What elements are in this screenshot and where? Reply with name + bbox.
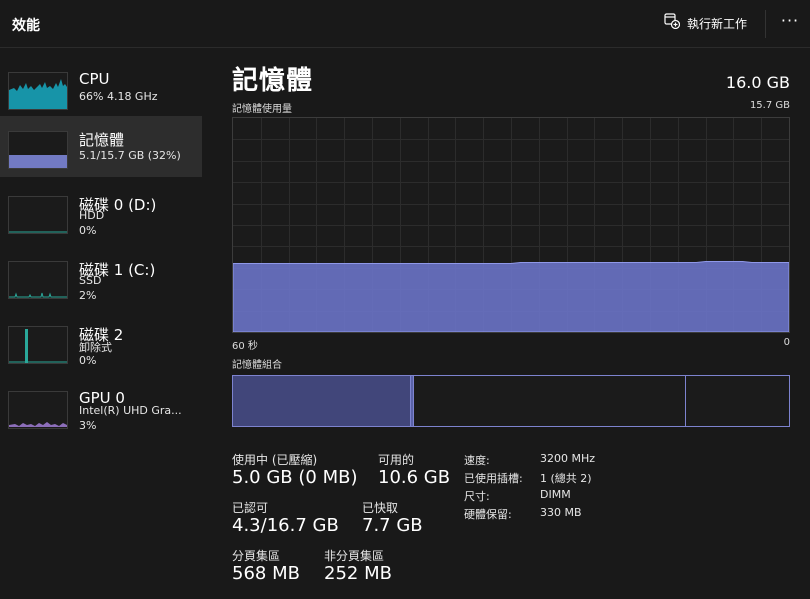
form-factor-label: 尺寸: — [464, 490, 490, 503]
composition-label: 記憶體組合 — [232, 360, 282, 371]
sidebar-item-label: CPU — [79, 70, 110, 88]
total-memory: 16.0 GB — [725, 73, 790, 92]
non-paged-pool-value: 252 MB — [324, 563, 392, 584]
header-divider — [765, 10, 766, 38]
usage-graph-label: 記憶體使用量 — [232, 104, 292, 115]
cached-label: 已快取 — [362, 501, 399, 515]
composition-standby-segment[interactable] — [414, 376, 686, 426]
memory-usage-area — [232, 261, 790, 333]
usage-graph-max: 15.7 GB — [749, 100, 790, 111]
sidebar-item-type: Intel(R) UHD Gra... — [79, 404, 182, 417]
available-label: 可用的 — [378, 453, 415, 467]
memory-usage-chart — [232, 118, 790, 333]
hardware-reserved-label: 硬體保留: — [464, 508, 512, 521]
more-options-button[interactable]: ··· — [778, 12, 802, 34]
slots-used-label: 已使用插槽: — [464, 472, 523, 485]
disk-0-mini-graph — [8, 196, 68, 234]
sidebar-item-detail: 66% 4.18 GHz — [79, 90, 158, 103]
memory-composition-bar — [232, 375, 790, 427]
graph-time-span-label: 60 秒 — [232, 341, 258, 352]
cpu-mini-graph — [8, 72, 68, 110]
speed-value: 3200 MHz — [540, 452, 596, 465]
form-factor-value: DIMM — [540, 488, 571, 501]
page-title: 效能 — [12, 18, 40, 34]
available-value: 10.6 GB — [378, 467, 451, 488]
in-use-value: 5.0 GB (0 MB) — [232, 467, 358, 488]
paged-pool-label: 分頁集區 — [232, 549, 281, 563]
sidebar-item-type: SSD — [79, 274, 102, 287]
speed-label: 速度: — [464, 454, 490, 467]
sidebar-item-disk-0[interactable]: 磁碟 0 (D:) HDD 0% — [0, 181, 202, 242]
memory-mini-graph — [8, 131, 68, 169]
main-title: 記憶體 — [232, 66, 314, 96]
header-bar: 效能 執行新工作 ··· — [0, 0, 810, 48]
cached-value: 7.7 GB — [362, 515, 423, 536]
sidebar-item-usage: 2% — [79, 289, 97, 302]
graph-time-end-label: 0 — [783, 337, 790, 348]
sidebar-item-label: 記憶體 — [79, 131, 125, 149]
paged-pool-value: 568 MB — [232, 563, 300, 584]
non-paged-pool-label: 非分頁集區 — [324, 549, 385, 563]
sidebar-item-disk-1[interactable]: 磁碟 1 (C:) SSD 2% — [0, 246, 202, 307]
sidebar-item-usage: 0% — [79, 354, 97, 367]
committed-value: 4.3/16.7 GB — [232, 515, 339, 536]
committed-label: 已認可 — [232, 501, 269, 515]
disk-2-mini-graph — [8, 326, 68, 364]
sidebar-item-usage: 3% — [79, 419, 97, 432]
composition-free-segment[interactable] — [686, 376, 789, 426]
run-task-icon — [664, 13, 681, 33]
sidebar-item-usage: 0% — [79, 224, 97, 237]
sidebar-item-memory[interactable]: 記憶體 5.1/15.7 GB (32%) — [0, 116, 202, 177]
disk-1-mini-graph — [8, 261, 68, 299]
run-new-task-button[interactable]: 執行新工作 — [664, 11, 747, 35]
sidebar-item-disk-2[interactable]: 磁碟 2 卸除式 0% — [0, 311, 202, 372]
slots-used-value: 1 (總共 2) — [540, 472, 592, 485]
in-use-label: 使用中 (已壓縮) — [232, 453, 318, 467]
composition-in-use-segment[interactable] — [233, 376, 411, 426]
run-task-label: 執行新工作 — [687, 16, 748, 31]
hardware-reserved-value: 330 MB — [540, 506, 582, 519]
sidebar-item-type: 卸除式 — [79, 341, 112, 354]
sidebar-item-cpu[interactable]: CPU 66% 4.18 GHz — [0, 57, 202, 118]
memory-usage-graph — [232, 117, 790, 333]
sidebar-item-type: HDD — [79, 209, 105, 222]
sidebar-item-gpu-0[interactable]: GPU 0 Intel(R) UHD Gra... 3% — [0, 376, 202, 437]
sidebar-item-detail: 5.1/15.7 GB (32%) — [79, 149, 181, 162]
gpu-0-mini-graph — [8, 391, 68, 429]
task-manager-performance: 效能 執行新工作 ··· CPU 66% 4.18 GHz 記憶體 5.1/15… — [0, 0, 810, 599]
